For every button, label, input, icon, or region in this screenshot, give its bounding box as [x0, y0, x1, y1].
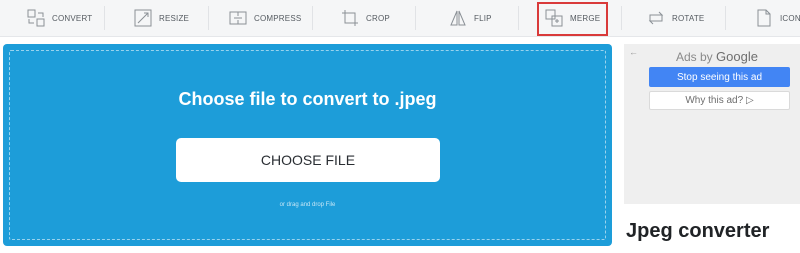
tool-icon[interactable]: ICON [755, 0, 800, 36]
ads-by-prefix: Ads by [676, 50, 713, 64]
merge-highlight-box [537, 2, 608, 36]
compress-icon [229, 9, 247, 27]
upload-title: Choose file to convert to .jpeg [178, 89, 437, 109]
toolbar-divider [725, 6, 726, 30]
ad-panel: ← Ads by Google Stop seeing this ad Why … [624, 44, 800, 204]
tool-flip-label: FLIP [474, 13, 492, 23]
tool-compress[interactable]: COMPRESS [229, 0, 301, 36]
tool-crop-label: CROP [366, 13, 390, 23]
tool-rotate[interactable]: ROTATE [647, 0, 704, 36]
choose-file-button[interactable]: CHOOSE FILE [176, 138, 440, 182]
tools-toolbar: CONVERT RESIZE COMPRESS CROP FLIP MERGE [0, 0, 800, 37]
toolbar-divider [415, 6, 416, 30]
tool-flip[interactable]: FLIP [449, 0, 492, 36]
toolbar-divider [208, 6, 209, 30]
ico-file-icon [755, 9, 773, 27]
file-drop-zone[interactable]: Choose file to convert to .jpeg CHOOSE F… [3, 44, 612, 246]
tool-resize[interactable]: RESIZE [134, 0, 189, 36]
rotate-icon [647, 9, 665, 27]
why-this-ad-button[interactable]: Why this ad? ▷ [649, 91, 790, 110]
flip-icon [449, 9, 467, 27]
stop-seeing-ad-button[interactable]: Stop seeing this ad [649, 67, 790, 87]
resize-icon [134, 9, 152, 27]
tool-icon-label: ICON [780, 13, 800, 23]
tool-rotate-label: ROTATE [672, 13, 705, 23]
tool-crop[interactable]: CROP [341, 0, 390, 36]
toolbar-divider [104, 6, 105, 30]
toolbar-divider [518, 6, 519, 30]
convert-icon [27, 9, 45, 27]
tool-convert-label: CONVERT [52, 13, 93, 23]
tool-resize-label: RESIZE [159, 13, 190, 23]
google-logo-text: Google [716, 49, 758, 64]
drag-drop-hint: or drag and drop File [279, 202, 336, 208]
crop-icon [341, 9, 359, 27]
tool-convert[interactable]: CONVERT [27, 0, 92, 36]
back-arrow-icon[interactable]: ← [629, 47, 638, 57]
toolbar-divider [621, 6, 622, 30]
ads-by-google: Ads by Google [676, 49, 758, 64]
toolbar-divider [312, 6, 313, 30]
jpeg-converter-heading: Jpeg converter [626, 220, 770, 242]
tool-compress-label: COMPRESS [254, 13, 302, 23]
